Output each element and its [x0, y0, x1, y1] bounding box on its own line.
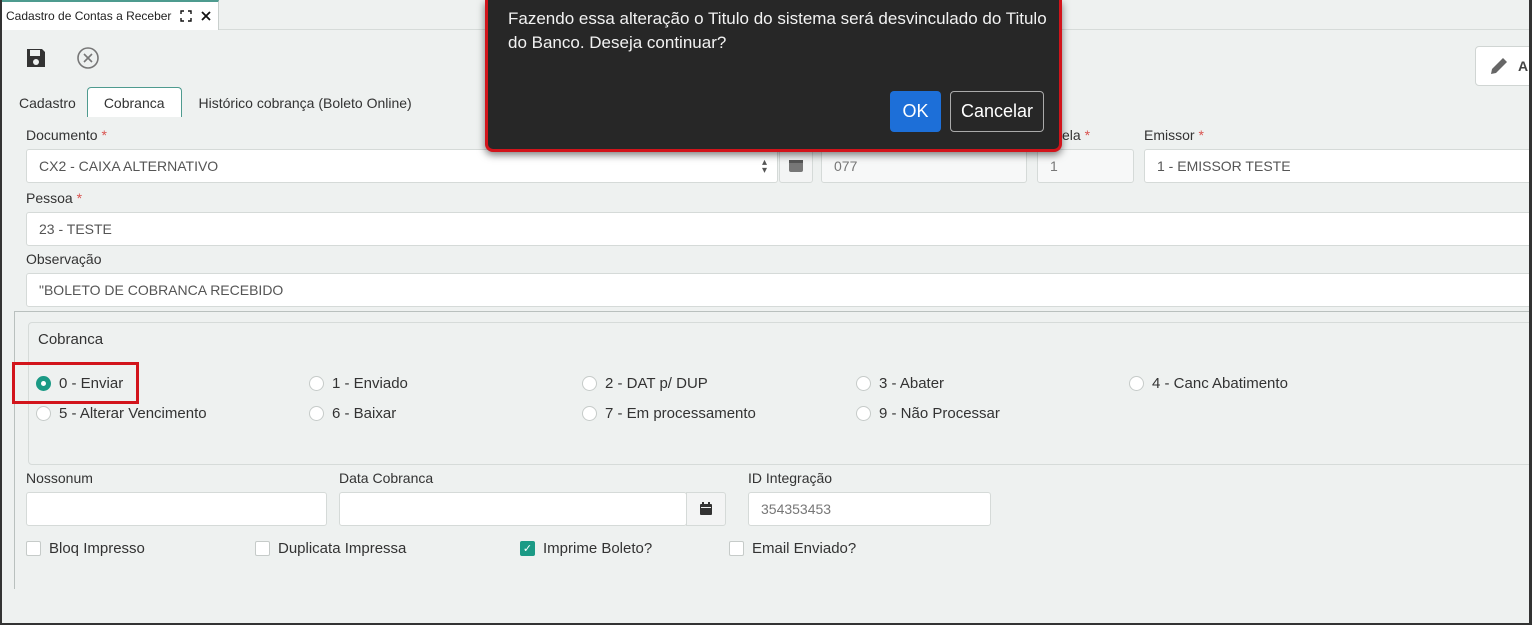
checkbox-imprime-boleto[interactable]: ✓ Imprime Boleto?	[520, 540, 652, 557]
radio-dot	[36, 406, 51, 421]
radio-baixar[interactable]: 6 - Baixar	[309, 405, 396, 422]
id-integracao-input[interactable]: 354353453	[748, 492, 991, 526]
confirm-message: Fazendo essa alteração o Titulo do siste…	[508, 9, 1047, 52]
nossonum-label: Nossonum	[26, 470, 93, 486]
documento-lookup-button[interactable]	[779, 149, 813, 183]
nossonum-input[interactable]	[26, 492, 327, 526]
radio-canc-abatimento[interactable]: 4 - Canc Abatimento	[1129, 375, 1288, 392]
form-tabs: Cadastro Cobranca Histórico cobrança (Bo…	[10, 87, 421, 117]
cancel-button[interactable]	[74, 44, 102, 72]
radio-dot	[856, 376, 871, 391]
window-left-edge	[0, 0, 2, 625]
radio-dot	[309, 406, 324, 421]
observacao-input[interactable]: "BOLETO DE COBRANCA RECEBIDO	[26, 273, 1532, 307]
close-icon[interactable]	[198, 8, 214, 24]
radio-dot	[309, 376, 324, 391]
documento-label: Documento *	[26, 127, 107, 143]
confirm-dialog: Fazendo essa alteração o Titulo do siste…	[485, 0, 1062, 152]
pencil-icon	[1491, 58, 1507, 74]
pessoa-label: Pessoa *	[26, 190, 83, 206]
window-tab-title: Cadastro de Contas a Receber	[6, 9, 172, 23]
tab-cadastro[interactable]: Cadastro	[10, 87, 85, 117]
data-cobranca-label: Data Cobranca	[339, 470, 434, 486]
checkbox-duplicata-impressa[interactable]: Duplicata Impressa	[255, 540, 406, 557]
radio-dot	[1129, 376, 1144, 391]
checkbox-box	[255, 541, 270, 556]
parcela-label: ela *	[1062, 127, 1091, 143]
calendar-button[interactable]	[686, 492, 726, 526]
radio-em-processamento[interactable]: 7 - Em processamento	[582, 405, 756, 422]
cancel-circle-icon	[77, 47, 99, 69]
documento-select[interactable]: CX2 - CAIXA ALTERNATIVO ▴ ▾	[26, 149, 778, 183]
list-box-icon	[789, 160, 803, 172]
radio-nao-processar[interactable]: 9 - Não Processar	[856, 405, 1000, 422]
save-icon	[27, 49, 45, 67]
checkbox-box	[26, 541, 41, 556]
parcela-input[interactable]: 1	[1037, 149, 1134, 183]
radio-enviado[interactable]: 1 - Enviado	[309, 375, 408, 392]
ok-button[interactable]: OK	[890, 91, 941, 132]
tab-cobranca[interactable]: Cobranca	[86, 87, 182, 117]
cobranca-options-group	[28, 322, 1532, 465]
observacao-label: Observação	[26, 251, 102, 267]
id-integracao-label: ID Integração	[748, 470, 833, 486]
calendar-icon	[700, 502, 712, 515]
window-tab[interactable]: Cadastro de Contas a Receber	[0, 0, 219, 30]
radio-dot	[582, 376, 597, 391]
radio-dot	[582, 406, 597, 421]
radio-alterar-vencimento[interactable]: 5 - Alterar Vencimento	[36, 405, 207, 422]
radio-abater[interactable]: 3 - Abater	[856, 375, 944, 392]
expand-icon[interactable]	[178, 8, 194, 24]
data-cobranca-input[interactable]	[339, 492, 687, 526]
cobranca-legend: Cobranca	[38, 331, 108, 348]
checkbox-bloq-impresso[interactable]: Bloq Impresso	[26, 540, 145, 557]
radio-dot	[856, 406, 871, 421]
selected-option-highlight	[12, 362, 139, 404]
checkbox-box	[729, 541, 744, 556]
select-arrows-icon: ▴ ▾	[761, 157, 767, 176]
tab-historico-cobranca[interactable]: Histórico cobrança (Boleto Online)	[190, 87, 421, 117]
checkbox-email-enviado[interactable]: Email Enviado?	[729, 540, 856, 557]
emissor-label: Emissor *	[1144, 127, 1204, 143]
emissor-input[interactable]: 1 - EMISSOR TESTE	[1144, 149, 1532, 183]
pessoa-input[interactable]: 23 - TESTE	[26, 212, 1532, 246]
numero-input[interactable]: 077	[821, 149, 1027, 183]
alter-button[interactable]: Alt	[1475, 46, 1532, 86]
save-button[interactable]	[22, 44, 50, 72]
cancel-dialog-button[interactable]: Cancelar	[950, 91, 1044, 132]
check-icon: ✓	[520, 541, 535, 556]
radio-dat-dup[interactable]: 2 - DAT p/ DUP	[582, 375, 708, 392]
